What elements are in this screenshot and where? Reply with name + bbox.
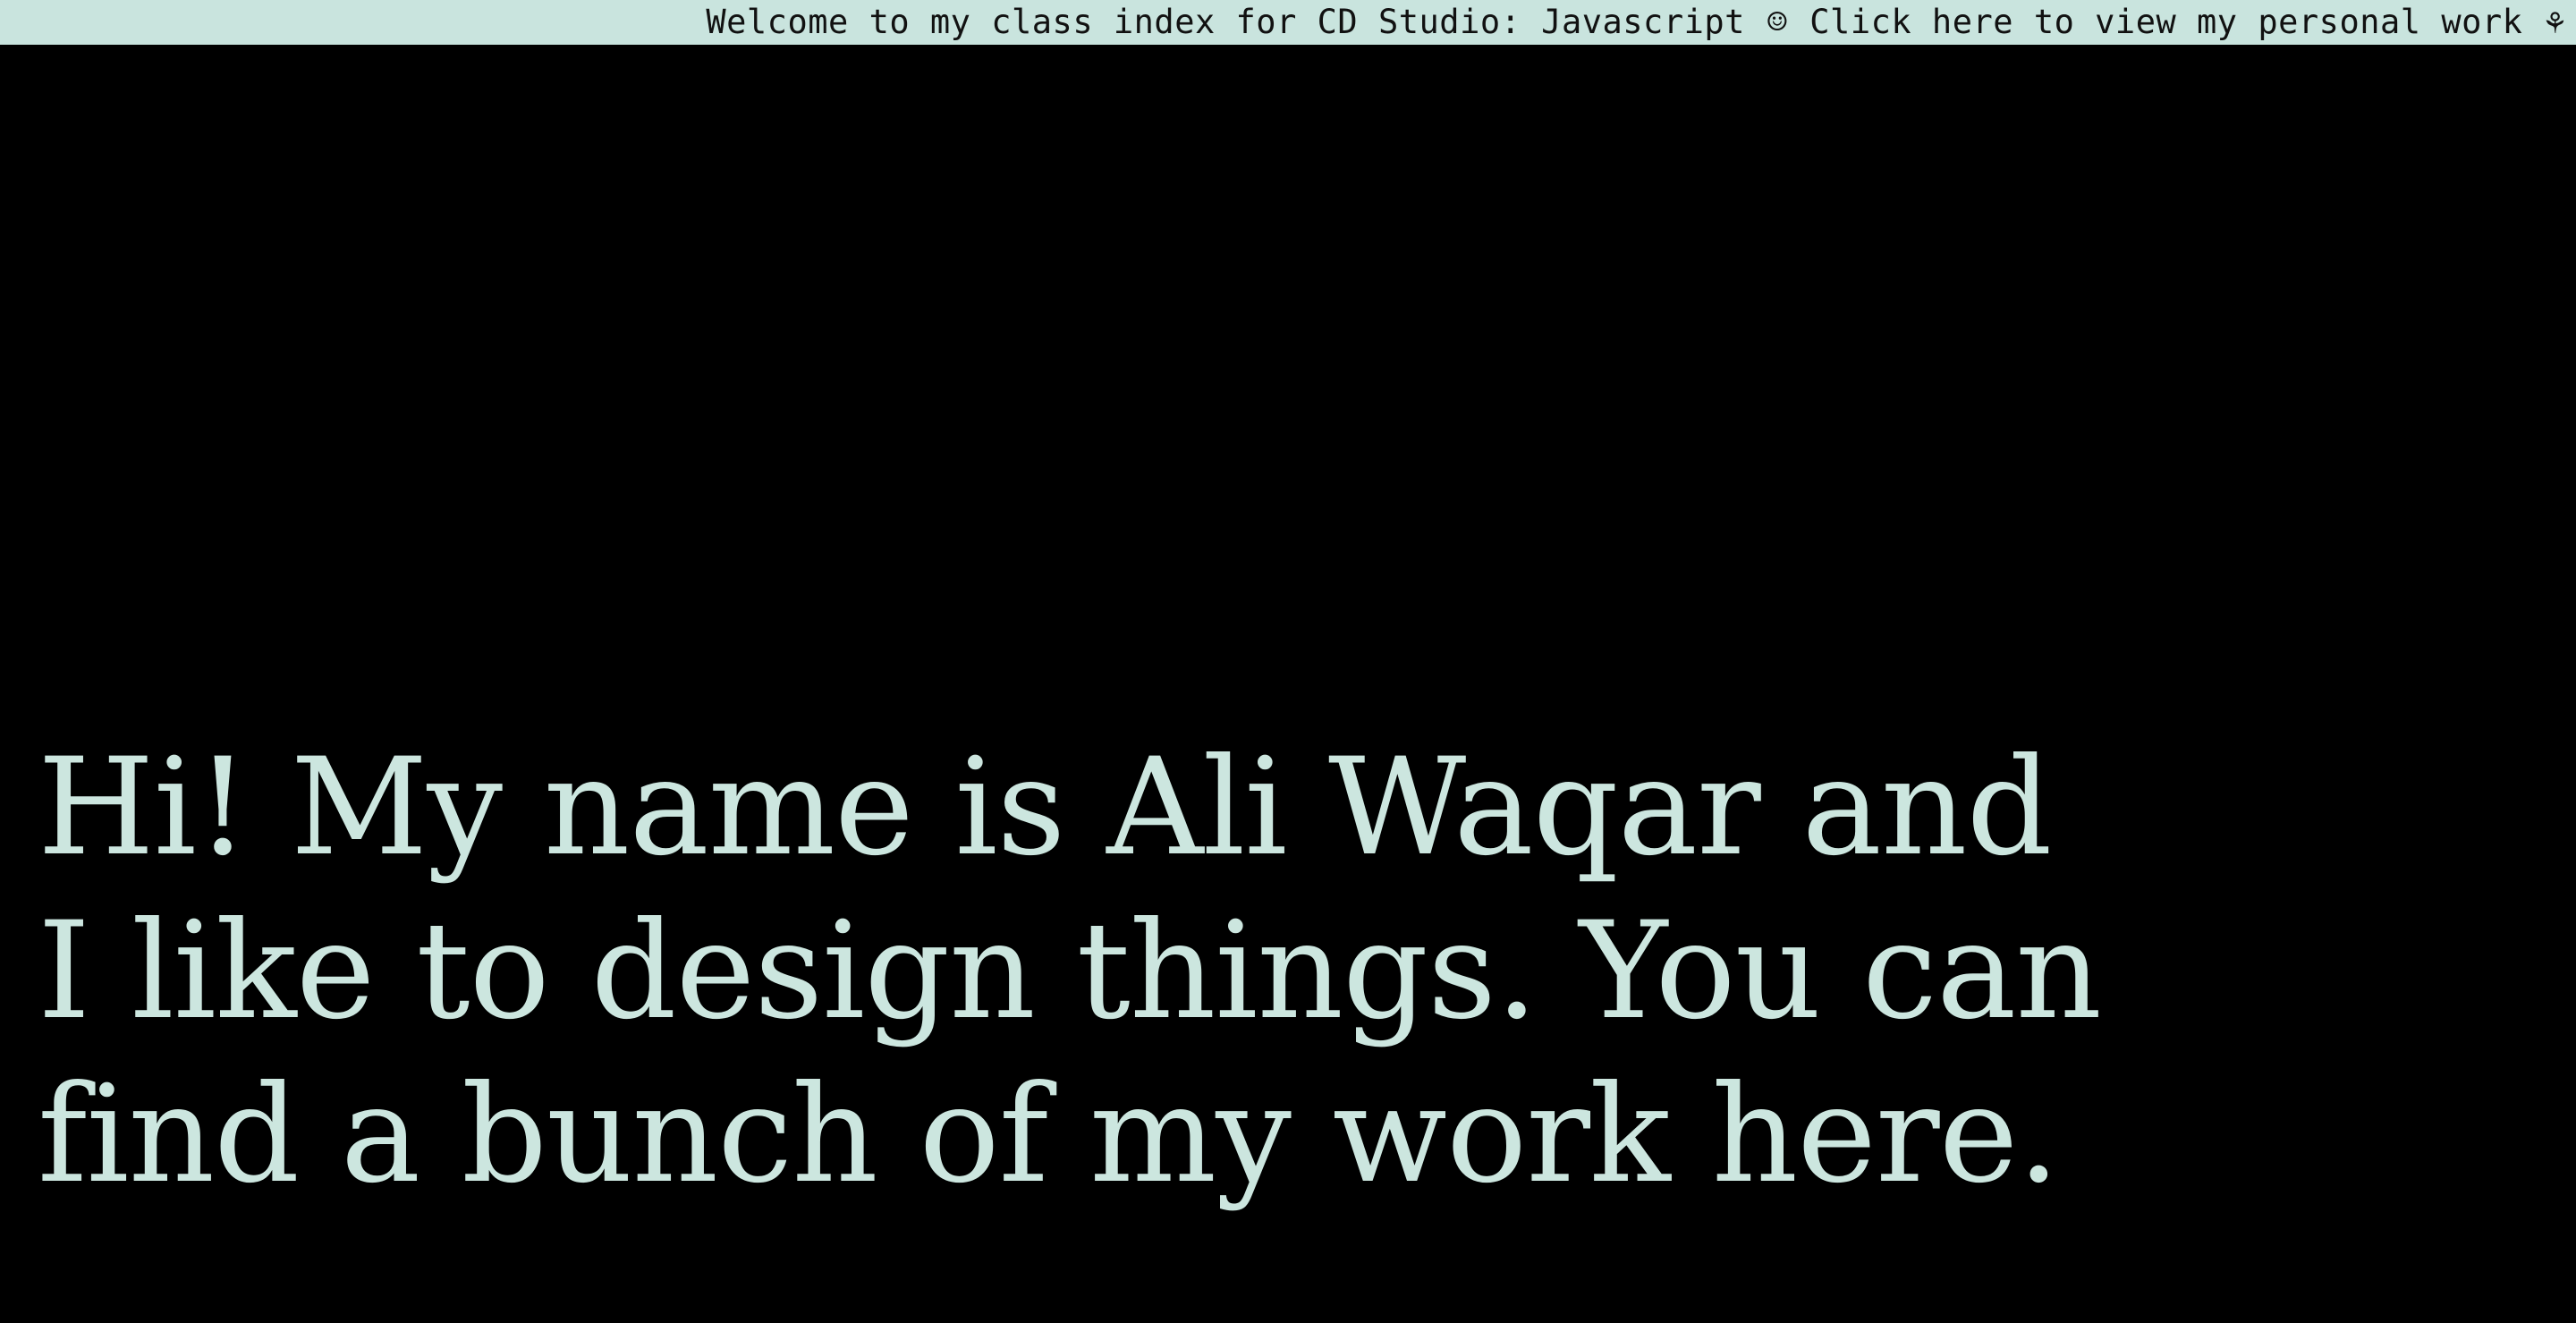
intro-line-2: I like to design things. You can: [38, 894, 2102, 1049]
intro-heading: Hi! My name is Ali Waqar and I like to d…: [38, 726, 2102, 1217]
flower-icon: ⚘: [2545, 3, 2565, 41]
intro-line-1: Hi! My name is Ali Waqar and: [38, 730, 2053, 886]
marquee-text: Welcome to my class index for CD Studio:…: [706, 0, 2567, 45]
marquee-banner[interactable]: Welcome to my class index for CD Studio:…: [0, 0, 2576, 45]
personal-work-link[interactable]: Click here to view my personal work: [1809, 3, 2522, 41]
smiley-icon: ☺: [1767, 3, 1788, 41]
intro-line-3: find a bunch of my work here.: [38, 1057, 2060, 1213]
welcome-text: Welcome to my class index for CD Studio:…: [706, 3, 1745, 41]
